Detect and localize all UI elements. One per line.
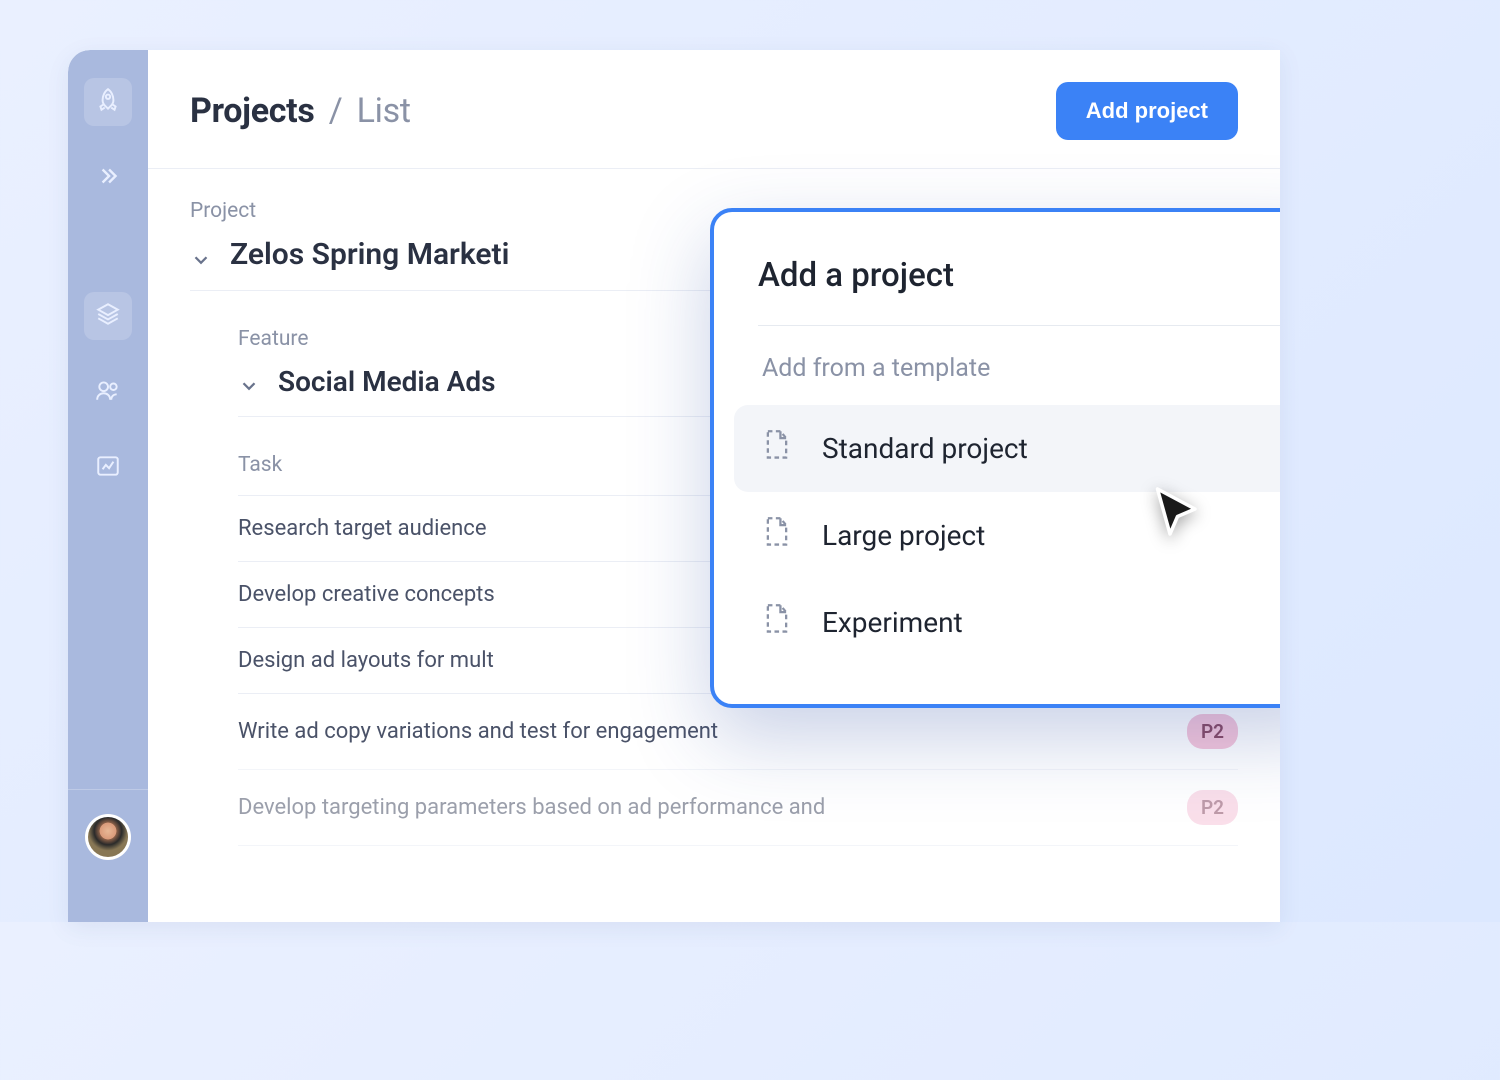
- template-label: Standard project: [822, 432, 1028, 465]
- sidebar-divider: [68, 789, 148, 790]
- feature-name: Social Media Ads: [278, 365, 496, 398]
- avatar[interactable]: [85, 814, 131, 860]
- template-option-experiment[interactable]: Experiment: [734, 579, 1280, 666]
- breadcrumb-separator: /: [329, 91, 343, 131]
- popover-title: Add a project: [758, 256, 1280, 326]
- task-row[interactable]: Develop targeting parameters based on ad…: [238, 769, 1238, 846]
- chevron-down-icon[interactable]: [238, 371, 260, 393]
- chart-icon: [95, 453, 121, 483]
- avatar-image: [88, 817, 128, 857]
- add-project-button[interactable]: Add project: [1056, 82, 1238, 140]
- header: Projects / List Add project: [148, 50, 1280, 169]
- task-title: Develop creative concepts: [238, 582, 495, 607]
- users-icon: [95, 377, 121, 407]
- sidebar-item-people[interactable]: [84, 368, 132, 416]
- app-window: Projects / List Add project Project Zelo…: [68, 50, 1280, 922]
- priority-badge: P2: [1187, 714, 1238, 749]
- sidebar: [68, 50, 148, 922]
- cursor-icon: [1150, 484, 1210, 544]
- rocket-icon: [95, 87, 121, 117]
- priority-badge: P2: [1187, 790, 1238, 825]
- task-title: Write ad copy variations and test for en…: [238, 719, 718, 744]
- sidebar-item-analytics[interactable]: [84, 444, 132, 492]
- file-dashed-icon: [762, 429, 792, 468]
- task-title: Design ad layouts for mult: [238, 648, 494, 673]
- file-dashed-icon: [762, 516, 792, 555]
- task-title: Research target audience: [238, 516, 487, 541]
- layers-icon: [95, 301, 121, 331]
- template-label: Experiment: [822, 606, 963, 639]
- chevrons-right-icon: [95, 163, 121, 193]
- task-title: Develop targeting parameters based on ad…: [238, 795, 825, 820]
- add-project-popover: Add a project Add from a template Standa…: [710, 208, 1280, 708]
- sidebar-item-launch[interactable]: [84, 78, 132, 126]
- main-content: Projects / List Add project Project Zelo…: [148, 50, 1280, 922]
- breadcrumb: Projects / List: [190, 91, 411, 131]
- chevron-down-icon[interactable]: [190, 244, 212, 266]
- sidebar-item-expand[interactable]: [84, 154, 132, 202]
- sidebar-item-layers[interactable]: [84, 292, 132, 340]
- popover-subtitle: Add from a template: [758, 354, 1280, 383]
- breadcrumb-current[interactable]: List: [357, 91, 411, 131]
- template-label: Large project: [822, 519, 985, 552]
- template-option-standard[interactable]: Standard project: [734, 405, 1280, 492]
- project-name: Zelos Spring Marketi: [230, 237, 509, 272]
- breadcrumb-root[interactable]: Projects: [190, 91, 315, 131]
- file-dashed-icon: [762, 603, 792, 642]
